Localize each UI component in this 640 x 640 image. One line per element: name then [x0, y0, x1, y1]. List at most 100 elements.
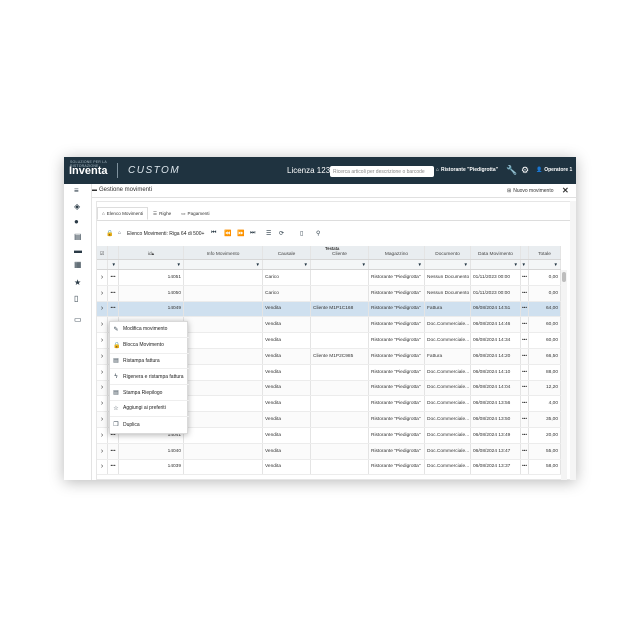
- row-actions-icon[interactable]: •••: [521, 459, 529, 475]
- filter-icon[interactable]: ▼: [471, 260, 521, 269]
- menu-item-rigenera-ristampa[interactable]: ϟ Rigenera e ristampa fattura: [110, 369, 189, 386]
- cell-data: 06/08/2024 13:49: [471, 428, 521, 443]
- menu-item-aggiungi-preferiti[interactable]: ☆ Aggiungi ai preferiti: [110, 401, 189, 417]
- row-actions-icon[interactable]: •••: [521, 443, 529, 459]
- filter-icon[interactable]: ▼: [311, 260, 369, 269]
- new-movement-button[interactable]: ⊞ Nuovo movimento: [507, 188, 554, 194]
- menu-item-ristampa-fattura[interactable]: ▤ Ristampa fattura: [110, 354, 189, 370]
- table-row[interactable]: › ••• 14049 Vendita Cliente M1P1C168 Ristoran…: [97, 301, 561, 318]
- column-header-cliente[interactable]: Cliente: [311, 246, 369, 259]
- filter-icon[interactable]: ▼: [529, 260, 561, 269]
- expand-icon[interactable]: ›: [97, 364, 108, 380]
- layers-icon[interactable]: ◈: [74, 203, 80, 211]
- column-header-info[interactable]: Info Movimento: [184, 246, 263, 259]
- menu-item-modifica-movimento[interactable]: ✎ Modifica movimento: [110, 322, 189, 338]
- menu-item-blocca-movimento[interactable]: 🔒 Blocca Movimento: [110, 338, 189, 354]
- export-document-icon[interactable]: ▯: [300, 230, 303, 237]
- columns-list-icon[interactable]: ☰: [266, 230, 271, 237]
- tab-pagamenti[interactable]: ▭ Pagamenti: [176, 207, 214, 220]
- scrollbar-thumb[interactable]: [562, 272, 566, 282]
- row-menu-icon[interactable]: •••: [108, 459, 119, 475]
- truck-icon[interactable]: ▬: [74, 247, 82, 255]
- tab-bar: ⌂ Elenco Movimenti ☰ Righe ▭ Pagamenti: [97, 207, 215, 220]
- expand-icon[interactable]: ›: [97, 380, 108, 396]
- expand-icon[interactable]: ›: [97, 317, 108, 333]
- filter-icon[interactable]: ▼: [369, 260, 425, 269]
- table-row[interactable]: › ••• 14040 Vendita Ristorante "Piedigrotta"…: [97, 443, 561, 460]
- next-page-icon[interactable]: ⏩: [237, 230, 244, 237]
- table-icon[interactable]: ▦: [74, 261, 82, 269]
- filter-icon[interactable]: ▼: [425, 260, 471, 269]
- star-icon[interactable]: ★: [74, 279, 81, 287]
- document-icon[interactable]: ▯: [74, 295, 78, 303]
- column-header-magazzino[interactable]: Magazzino: [369, 246, 425, 259]
- user-icon[interactable]: ●: [74, 218, 79, 226]
- row-actions-icon[interactable]: •••: [521, 380, 529, 396]
- last-page-icon[interactable]: ⏭: [250, 230, 255, 237]
- row-actions-icon[interactable]: •••: [521, 301, 529, 317]
- lock-icon[interactable]: 🔒: [106, 230, 113, 237]
- wrench-icon[interactable]: 🔧: [506, 165, 517, 176]
- expand-icon[interactable]: ›: [97, 412, 108, 427]
- sort-ascending-icon: ▴: [151, 252, 155, 257]
- refresh-icon[interactable]: ⟳: [279, 230, 284, 237]
- expand-icon[interactable]: ›: [97, 459, 108, 475]
- row-actions-icon[interactable]: •••: [521, 412, 529, 427]
- row-actions-icon[interactable]: •••: [521, 428, 529, 443]
- row-actions-icon[interactable]: •••: [521, 333, 529, 348]
- tab-righe[interactable]: ☰ Righe: [148, 207, 176, 220]
- expand-icon[interactable]: ›: [97, 443, 108, 459]
- table-row[interactable]: › ••• 14050 Carico Ristorante "Piedigrotta" N…: [97, 285, 561, 302]
- first-page-icon[interactable]: ⏮: [211, 230, 216, 237]
- column-header-documento[interactable]: Documento: [425, 246, 471, 259]
- expand-icon[interactable]: ›: [97, 428, 108, 443]
- printer-icon[interactable]: ▤: [74, 233, 82, 241]
- column-header-id[interactable]: id ▴: [119, 246, 184, 259]
- row-actions-icon[interactable]: •••: [521, 270, 529, 285]
- row-actions-icon[interactable]: •••: [521, 317, 529, 333]
- search-input[interactable]: [330, 166, 434, 177]
- menu-item-duplica[interactable]: ❐ Duplica: [110, 417, 189, 433]
- table-row[interactable]: › ••• 14051 Carico Ristorante "Piedigrotta" N…: [97, 270, 561, 286]
- filter-icon[interactable]: ▼: [108, 260, 119, 269]
- grid-scrollbar[interactable]: [561, 270, 567, 480]
- cell-documento: Fattura: [425, 301, 471, 317]
- gear-icon[interactable]: ⚙: [521, 165, 529, 176]
- column-header-data[interactable]: Data Movimento: [471, 246, 521, 259]
- filter-icon[interactable]: ▼: [521, 260, 529, 269]
- cell-data: 06/08/2024 14:46: [471, 317, 521, 333]
- window-scrollbar[interactable]: [570, 201, 576, 480]
- column-header-totale[interactable]: Totale: [529, 246, 561, 259]
- cell-magazzino: Ristorante "Piedigrotta": [369, 443, 425, 459]
- row-menu-icon[interactable]: •••: [108, 443, 119, 459]
- row-actions-icon[interactable]: •••: [521, 285, 529, 301]
- column-header-causale[interactable]: Causale: [263, 246, 311, 259]
- expand-icon[interactable]: ›: [97, 349, 108, 364]
- monitor-icon[interactable]: ▭: [74, 316, 82, 324]
- filter-icon[interactable]: ▼: [184, 260, 263, 269]
- row-menu-icon[interactable]: •••: [108, 301, 119, 317]
- filter-icon[interactable]: ▼: [263, 260, 311, 269]
- operator-menu[interactable]: 👤 Operatore 1: [536, 167, 572, 173]
- zoom-icon[interactable]: ⚲: [316, 230, 320, 237]
- row-menu-icon[interactable]: •••: [108, 270, 119, 285]
- row-actions-icon[interactable]: •••: [521, 396, 529, 412]
- previous-page-icon[interactable]: ⏪: [224, 230, 231, 237]
- expand-icon[interactable]: ›: [97, 270, 108, 285]
- expand-icon[interactable]: ›: [97, 333, 108, 348]
- close-button[interactable]: ✕: [562, 186, 569, 195]
- table-row[interactable]: › ••• 14039 Vendita Ristorante "Piedigrotta"…: [97, 459, 561, 476]
- row-actions-icon[interactable]: •••: [521, 349, 529, 364]
- filter-icon[interactable]: ▼: [119, 260, 184, 269]
- row-actions-icon[interactable]: •••: [521, 364, 529, 380]
- select-all-checkbox[interactable]: ☑: [97, 246, 108, 259]
- expand-icon[interactable]: ›: [97, 301, 108, 317]
- row-menu-icon[interactable]: •••: [108, 285, 119, 301]
- expand-icon[interactable]: ›: [97, 396, 108, 412]
- restaurant-selector[interactable]: ⌂ Ristorante "Piedigrotta": [436, 167, 498, 173]
- hamburger-menu-icon[interactable]: ≡: [74, 187, 79, 195]
- tab-elenco-movimenti[interactable]: ⌂ Elenco Movimenti: [97, 207, 149, 220]
- menu-item-stampa-riepilogo[interactable]: ▤ Stampa Riepilogo: [110, 385, 189, 401]
- expand-icon[interactable]: ›: [97, 285, 108, 301]
- logo[interactable]: SOLUZIONE PER LA RISTORAZIONE Inventa: [68, 160, 108, 181]
